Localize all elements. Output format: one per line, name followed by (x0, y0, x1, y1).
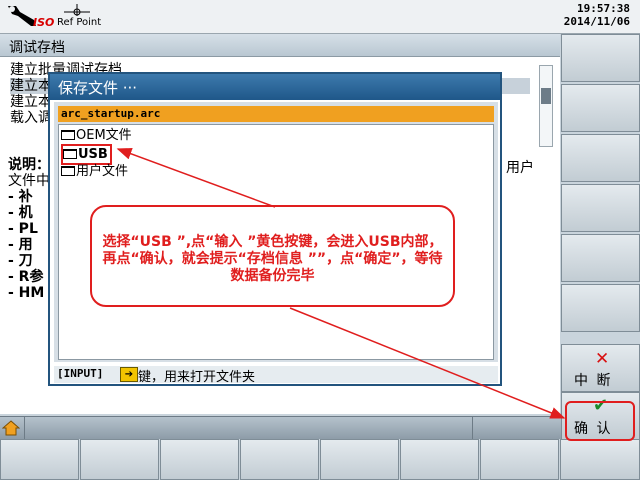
footer-hint: 键，用来打开文件夹 (138, 370, 256, 385)
bar-divider (24, 417, 25, 439)
softkey-1[interactable] (561, 34, 640, 82)
desc-line: - 刀 (8, 253, 33, 269)
folder-icon (63, 148, 77, 159)
hsoftkey-3[interactable] (160, 439, 239, 480)
folder-label: OEM文件 (76, 128, 132, 143)
desc-line: - 补 (8, 189, 33, 205)
input-tag: [INPUT] (57, 367, 104, 380)
hsoftkey-4[interactable] (240, 439, 319, 480)
horizontal-bar (0, 416, 561, 439)
ref-point-label: Ref Point (57, 17, 102, 28)
mode-label: ISO (33, 16, 55, 29)
home-icon[interactable] (2, 420, 20, 436)
hsoftkey-6[interactable] (400, 439, 479, 480)
folder-label: USB (78, 147, 108, 162)
filename-value: arc_startup.arc (61, 107, 161, 120)
hsoftkey-5[interactable] (320, 439, 399, 480)
ref-point-icon (64, 4, 90, 16)
desc-line: 文件中 (8, 173, 50, 189)
close-icon: ✕ (595, 349, 610, 369)
input-key-icon: ➔ (120, 367, 138, 382)
folder-icon (61, 129, 75, 140)
description-right-text: 用户 (506, 160, 534, 176)
desc-line: - R参 (8, 269, 44, 285)
horizontal-softkeys (0, 439, 640, 480)
desc-line: - 用 (8, 237, 33, 253)
dialog-footer: [INPUT] ➔ 键，用来打开文件夹 (54, 366, 498, 385)
scrollbar-thumb[interactable] (541, 88, 551, 104)
folder-item-oem[interactable]: OEM文件 (61, 127, 132, 144)
clock: 19:57:38 2014/11/06 (564, 2, 630, 28)
annotation-text: 选择“USB ”,点“输入 ”黄色按键，会进入USB内部，再点“确认，就会提示“… (102, 234, 443, 284)
softkey-3[interactable] (561, 134, 640, 182)
hsoftkey-7[interactable] (480, 439, 559, 480)
hsoftkey-2[interactable] (80, 439, 159, 480)
description-text: 说明： 文件中 - 补 - 机 - PL - 用 - 刀 - R参 - HM (8, 157, 50, 301)
softkey-4[interactable] (561, 184, 640, 232)
folder-item-user[interactable]: 用户文件 (61, 163, 128, 180)
desc-line: - HM (8, 285, 45, 301)
scrollbar[interactable] (539, 65, 553, 147)
softkey-2[interactable] (561, 84, 640, 132)
softkey-6[interactable] (561, 284, 640, 332)
cancel-button[interactable]: ✕ 中 断 (561, 344, 640, 392)
filename-field[interactable]: arc_startup.arc (58, 106, 494, 122)
screen-title-bar: 调试存档 (0, 34, 560, 57)
hsoftkey-8[interactable] (560, 439, 640, 480)
date-value: 2014/11/06 (563, 15, 630, 28)
hsoftkey-1[interactable] (0, 439, 79, 480)
vertical-softkeys: ✕ 中 断 ✔ 确 认 (561, 34, 640, 440)
desc-line: - PL (8, 221, 38, 237)
dialog-title: 保存文件 ··· (58, 79, 138, 97)
screen-title: 调试存档 (9, 40, 65, 56)
annotation-ok-highlight (565, 401, 635, 441)
folder-icon (61, 165, 75, 176)
desc-line: 说明： (8, 157, 50, 173)
dialog-title-bar: 保存文件 ··· (50, 74, 500, 100)
softkey-5[interactable] (561, 234, 640, 282)
time-value: 19:57:38 (577, 2, 630, 15)
cancel-label: 中 断 (574, 373, 613, 389)
bar-divider (472, 417, 473, 439)
desc-line: - 机 (8, 205, 33, 221)
annotation-callout: 选择“USB ”,点“输入 ”黄色按键，会进入USB内部，再点“确认，就会提示“… (90, 205, 455, 307)
folder-item-usb[interactable]: USB (61, 144, 112, 165)
folder-label: 用户文件 (76, 164, 129, 179)
status-bar: ISO Ref Point 19:57:38 2014/11/06 (0, 0, 640, 34)
